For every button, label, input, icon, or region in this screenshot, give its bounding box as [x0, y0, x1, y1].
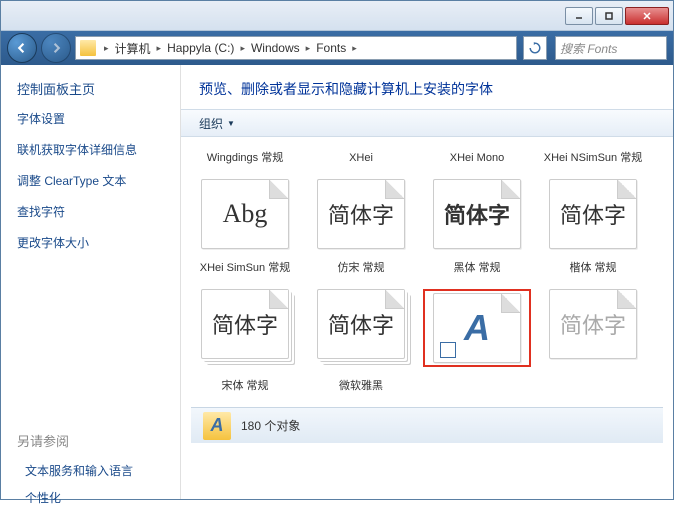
back-button[interactable] [7, 33, 37, 63]
sidebar-link-online-fonts[interactable]: 联机获取字体详细信息 [17, 141, 164, 158]
font-item[interactable]: 微软雅黑 [307, 373, 415, 401]
font-shortcut-thumb: A [433, 293, 521, 363]
breadcrumb[interactable]: ▸ 计算机 ▸ Happyla (C:) ▸ Windows ▸ Fonts ▸ [75, 36, 517, 60]
breadcrumb-seg[interactable]: Windows [249, 41, 302, 55]
statusbar: A 180 个对象 [191, 407, 663, 443]
titlebar [1, 1, 673, 31]
font-item[interactable]: 宋体 常规 [191, 373, 299, 401]
sidebar-link-cleartype[interactable]: 调整 ClearType 文本 [17, 172, 164, 189]
chevron-right-icon: ▸ [100, 43, 113, 54]
chevron-right-icon: ▸ [348, 43, 361, 54]
font-thumb: 简体字 [317, 289, 405, 359]
font-item-highlighted[interactable]: A [423, 289, 531, 367]
font-item[interactable]: 简体字 [539, 289, 647, 367]
font-item[interactable]: 楷体 常规 [539, 255, 647, 283]
refresh-button[interactable] [523, 36, 547, 60]
font-item[interactable]: 简体字 [191, 289, 299, 367]
sidebar-title: 控制面板主页 [17, 79, 164, 98]
organize-button[interactable]: 组织 ▼ [191, 113, 243, 134]
sidebar: 控制面板主页 字体设置 联机获取字体详细信息 调整 ClearType 文本 查… [1, 65, 181, 499]
chevron-right-icon: ▸ [153, 43, 166, 54]
toolbar: 组织 ▼ [181, 109, 673, 137]
fonts-folder-icon: A [203, 412, 231, 440]
search-placeholder: 搜索 Fonts [560, 40, 617, 57]
chevron-down-icon: ▼ [227, 119, 235, 128]
font-item[interactable]: 简体字 [307, 179, 415, 249]
maximize-button[interactable] [595, 7, 623, 25]
sidebar-see-also-title: 另请参阅 [17, 431, 164, 450]
font-grid: Wingdings 常规 XHei XHei Mono XHei NSimSun… [181, 137, 673, 499]
font-item[interactable]: XHei SimSun 常规 [191, 255, 299, 283]
content-area: 预览、删除或者显示和隐藏计算机上安装的字体 组织 ▼ Wingdings 常规 … [181, 65, 673, 499]
font-item[interactable] [539, 373, 647, 401]
font-item[interactable]: 仿宋 常规 [307, 255, 415, 283]
sidebar-link-personalization[interactable]: 个性化 [25, 489, 164, 506]
font-item[interactable]: Abg [191, 179, 299, 249]
font-thumb: 简体字 [317, 179, 405, 249]
sidebar-link-font-settings[interactable]: 字体设置 [17, 110, 164, 127]
chevron-right-icon: ▸ [236, 43, 249, 54]
folder-icon [80, 40, 96, 56]
font-item[interactable]: XHei [307, 145, 415, 173]
font-item[interactable]: 简体字 [539, 179, 647, 249]
font-item[interactable]: 简体字 [307, 289, 415, 367]
font-thumb: 简体字 [201, 289, 289, 359]
font-thumb: 简体字 [549, 179, 637, 249]
chevron-right-icon: ▸ [302, 43, 315, 54]
page-title: 预览、删除或者显示和隐藏计算机上安装的字体 [181, 65, 673, 109]
close-button[interactable] [625, 7, 669, 25]
font-thumb: 简体字 [549, 289, 637, 359]
sidebar-link-font-size[interactable]: 更改字体大小 [17, 234, 164, 251]
font-item[interactable]: 简体字 [423, 179, 531, 249]
breadcrumb-seg[interactable]: Fonts [314, 41, 348, 55]
font-item[interactable]: XHei NSimSun 常规 [539, 145, 647, 173]
search-input[interactable]: 搜索 Fonts [555, 36, 667, 60]
font-thumb: 简体字 [433, 179, 521, 249]
minimize-button[interactable] [565, 7, 593, 25]
font-thumb: Abg [201, 179, 289, 249]
sidebar-link-find-char[interactable]: 查找字符 [17, 203, 164, 220]
font-item[interactable] [423, 373, 531, 401]
breadcrumb-seg[interactable]: 计算机 [113, 40, 153, 57]
navbar: ▸ 计算机 ▸ Happyla (C:) ▸ Windows ▸ Fonts ▸… [1, 31, 673, 65]
font-item[interactable]: Wingdings 常规 [191, 145, 299, 173]
sidebar-link-text-services[interactable]: 文本服务和输入语言 [25, 462, 164, 479]
breadcrumb-seg[interactable]: Happyla (C:) [165, 41, 236, 55]
status-count: 180 个对象 [241, 417, 300, 434]
forward-button[interactable] [41, 33, 71, 63]
font-item[interactable]: XHei Mono [423, 145, 531, 173]
font-item[interactable]: 黑体 常规 [423, 255, 531, 283]
